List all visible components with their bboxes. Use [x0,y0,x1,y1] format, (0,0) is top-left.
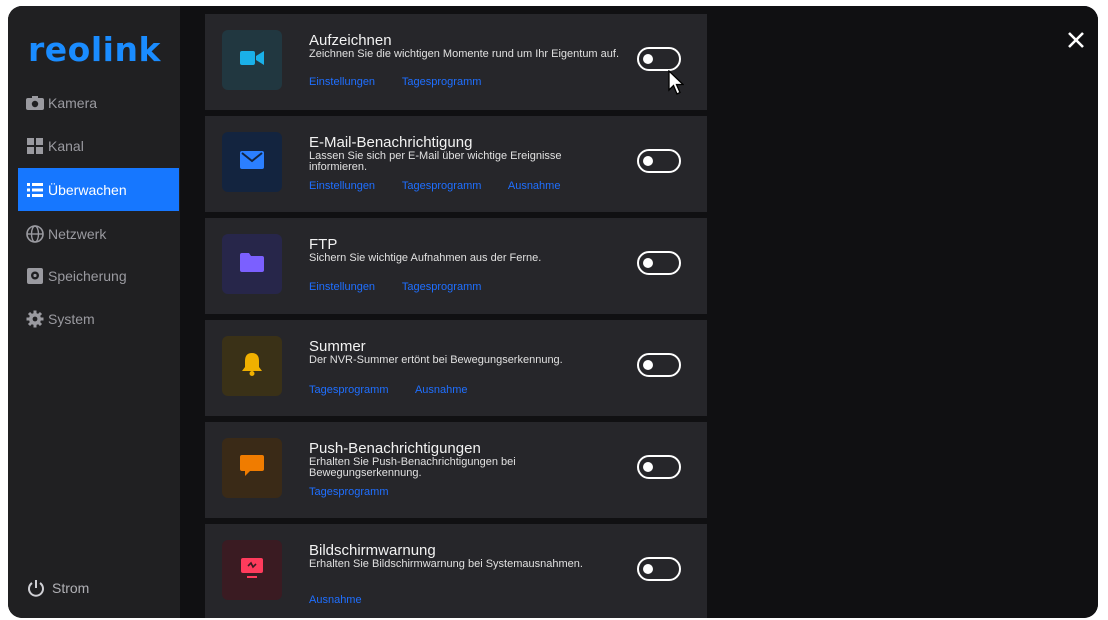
card-title: FTP [309,236,338,253]
card-links: Tagesprogramm Ausnahme [309,384,492,396]
card-bildschirmwarnung: Bildschirmwarnung Erhalten Sie Bildschir… [205,524,707,618]
sidebar-item-label: Kamera [48,94,98,111]
camera-icon [26,94,44,112]
card-links: Einstellungen Tagesprogramm [309,76,505,88]
gear-icon [26,310,44,328]
toggle-knob [643,462,653,472]
ausnahme-link[interactable]: Ausnahme [309,594,362,606]
card-title: E-Mail-Benachrichtigung [309,134,473,151]
card-description: Erhalten Sie Push-Benachrichtigungen bei… [309,456,516,479]
sidebar-item-ueberwachen[interactable]: Überwachen [18,168,179,211]
ftp-tile [222,234,282,294]
ausnahme-link[interactable]: Ausnahme [508,180,561,192]
screen-alert-tile [222,540,282,600]
ausnahme-link[interactable]: Ausnahme [415,384,468,396]
record-tile [222,30,282,90]
email-tile [222,132,282,192]
sidebar-item-label: Speicherung [48,267,127,284]
toggle-knob [643,360,653,370]
power-label: Strom [52,580,90,596]
monitor-alert-icon [240,557,264,584]
card-push: Push-Benachrichtigungen Erhalten Sie Pus… [205,422,707,518]
reolink-logo: reolink [28,30,161,69]
power-icon [26,578,46,598]
einstellungen-link[interactable]: Einstellungen [309,76,375,88]
card-description: Zeichnen Sie die wichtigen Momente rund … [309,48,619,60]
tagesprogramm-link[interactable]: Tagesprogramm [309,384,388,396]
push-tile [222,438,282,498]
globe-icon [26,224,44,243]
email-toggle[interactable] [637,149,681,173]
storage-icon [26,267,44,285]
sidebar: reolink Kamera Kanal Überwachen Netzwerk [8,6,180,618]
card-description: Der NVR-Summer ertönt bei Bewegungserken… [309,354,563,366]
einstellungen-link[interactable]: Einstellungen [309,180,375,192]
toggle-knob [643,54,653,64]
video-camera-icon [240,49,264,72]
card-links: Einstellungen Tagesprogramm Ausnahme [309,180,584,192]
tagesprogramm-link[interactable]: Tagesprogramm [402,180,481,192]
push-toggle[interactable] [637,455,681,479]
card-title: Summer [309,338,366,355]
card-links: Tagesprogramm [309,486,412,498]
sidebar-item-kamera[interactable]: Kamera [18,81,179,124]
sidebar-item-label: Überwachen [48,181,127,198]
card-description: Erhalten Sie Bildschirmwarnung bei Syste… [309,558,583,570]
card-email: E-Mail-Benachrichtigung Lassen Sie sich … [205,116,707,212]
grid-icon [26,137,44,155]
sidebar-item-system[interactable]: System [18,297,179,340]
sidebar-item-netzwerk[interactable]: Netzwerk [18,212,179,255]
tagesprogramm-link[interactable]: Tagesprogramm [402,281,481,293]
sidebar-item-label: System [48,310,95,327]
card-title: Bildschirmwarnung [309,542,436,559]
sidebar-item-kanal[interactable]: Kanal [18,124,179,167]
sidebar-item-label: Netzwerk [48,225,107,242]
tagesprogramm-link[interactable]: Tagesprogramm [309,486,388,498]
card-links: Einstellungen Tagesprogramm [309,281,505,293]
card-ftp: FTP Sichern Sie wichtige Aufnahmen aus d… [205,218,707,314]
list-icon [26,181,44,199]
card-title: Aufzeichnen [309,32,392,49]
folder-icon [240,252,264,277]
toggle-knob [643,258,653,268]
bell-icon [241,352,263,381]
toggle-knob [643,156,653,166]
buzzer-tile [222,336,282,396]
card-description: Lassen Sie sich per E-Mail über wichtige… [309,150,562,173]
screen-alert-toggle[interactable] [637,557,681,581]
einstellungen-link[interactable]: Einstellungen [309,281,375,293]
card-aufzeichnen: Aufzeichnen Zeichnen Sie die wichtigen M… [205,14,707,110]
record-toggle[interactable] [637,47,681,71]
card-links: Ausnahme [309,594,386,606]
power-button[interactable]: Strom [26,578,89,598]
app-window: reolink Kamera Kanal Überwachen Netzwerk [8,6,1098,618]
card-summer: Summer Der NVR-Summer ertönt bei Bewegun… [205,320,707,416]
mail-icon [240,150,264,174]
mouse-cursor-icon [668,69,685,96]
card-description: Sichern Sie wichtige Aufnahmen aus der F… [309,252,542,264]
buzzer-toggle[interactable] [637,353,681,377]
tagesprogramm-link[interactable]: Tagesprogramm [402,76,481,88]
message-icon [240,454,264,482]
sidebar-item-label: Kanal [48,137,84,154]
toggle-knob [643,564,653,574]
close-icon[interactable] [1066,30,1086,50]
ftp-toggle[interactable] [637,251,681,275]
settings-content: Aufzeichnen Zeichnen Sie die wichtigen M… [180,6,1098,618]
sidebar-item-speicherung[interactable]: Speicherung [18,254,179,297]
card-title: Push-Benachrichtigungen [309,440,481,457]
